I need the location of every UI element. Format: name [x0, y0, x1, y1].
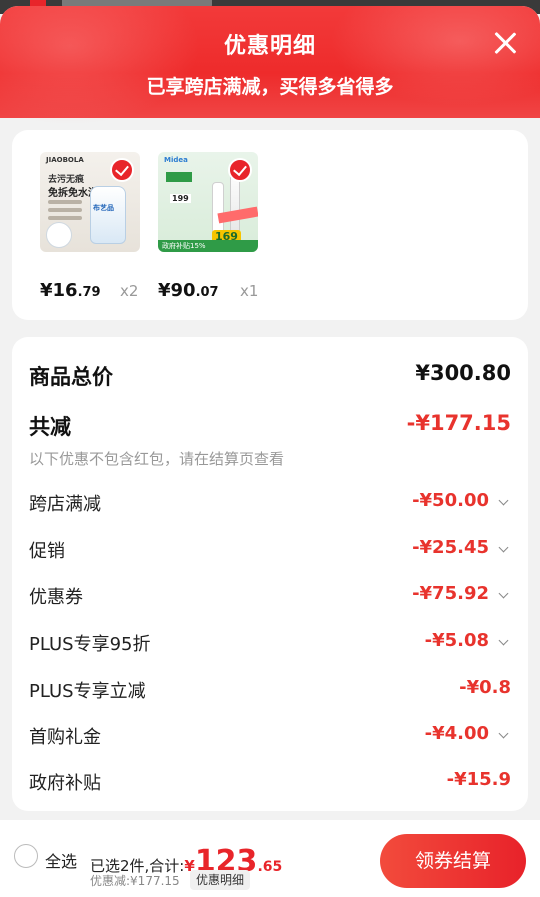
chevron-down-icon[interactable] — [498, 542, 509, 553]
discount-row-cross-store[interactable]: 跨店满减 -¥50.00 — [29, 490, 511, 520]
discount-value: -¥75.92 — [412, 583, 489, 604]
discount-value: -¥0.8 — [459, 677, 511, 698]
discount-detail-sheet: 优惠明细 已享跨店满减，买得多省得多 JIAOBOLA 去污无痕 免拆免水洗 布… — [0, 6, 540, 897]
discount-detail-button[interactable]: 优惠明细 — [190, 870, 251, 890]
discount-label: 首购礼金 — [29, 727, 101, 748]
sheet-title: 优惠明细 — [223, 34, 316, 59]
product-brand: JIAOBOLA — [46, 156, 84, 164]
chevron-down-icon[interactable] — [498, 495, 509, 506]
discount-row-promotion[interactable]: 促销 -¥25.45 — [29, 537, 511, 567]
discount-value: -¥25.45 — [412, 537, 489, 558]
product-quantity: x2 — [120, 282, 139, 300]
badge-icon — [46, 222, 72, 248]
promo-tag — [166, 172, 192, 182]
discount-label: 政府补贴 — [29, 773, 101, 794]
product-quantity: x1 — [240, 282, 259, 300]
discount-row-government-subsidy: 政府补贴 -¥15.9 — [29, 769, 511, 799]
checkout-bar: 全选 已选2件,合计:¥123.65 优惠减:¥177.15 优惠明细 领券结算 — [0, 820, 540, 897]
chevron-down-icon[interactable] — [498, 635, 509, 646]
discount-row-coupon[interactable]: 优惠券 -¥75.92 — [29, 583, 511, 613]
product-thumbnail-toothbrush[interactable]: Midea 199 169 政府补贴15% — [158, 152, 258, 252]
total-cents: .65 — [257, 859, 283, 875]
discount-value: -¥50.00 — [412, 490, 489, 511]
total-reduction-row: 共减 -¥177.15 — [29, 411, 511, 441]
selected-check-icon[interactable] — [228, 158, 252, 182]
sheet-header: 优惠明细 已享跨店满减，买得多省得多 — [0, 6, 540, 126]
subsidy-strip: 政府补贴15% — [158, 240, 258, 252]
discount-value: -¥15.9 — [446, 769, 511, 790]
sheet-subtitle: 已享跨店满减，买得多省得多 — [146, 76, 394, 98]
savings-text: 优惠减:¥177.15 — [90, 874, 180, 888]
discount-value: -¥5.08 — [424, 630, 489, 651]
total-price-row: 商品总价 ¥300.80 — [29, 361, 511, 391]
product-price-tag: 199 — [170, 194, 191, 203]
spray-bottle-image: 布艺品 — [90, 186, 126, 244]
chevron-down-icon[interactable] — [498, 588, 509, 599]
discount-breakdown-card: 商品总价 ¥300.80 共减 -¥177.15 以下优惠不包含红包，请在结算页… — [12, 337, 528, 811]
discount-label: 促销 — [29, 541, 65, 562]
product-brand: Midea — [164, 156, 188, 164]
chevron-down-icon[interactable] — [498, 728, 509, 739]
product-price: ¥16.79 — [40, 280, 101, 301]
discount-row-plus-95[interactable]: PLUS专享95折 -¥5.08 — [29, 630, 511, 660]
checkout-button[interactable]: 领券结算 — [380, 834, 526, 888]
selected-check-icon[interactable] — [110, 158, 134, 182]
total-price-value: ¥300.80 — [415, 361, 511, 385]
discount-label: PLUS专享立减 — [29, 681, 146, 702]
close-icon[interactable] — [490, 28, 520, 58]
bottle-label: 布艺品 — [93, 204, 114, 212]
product-thumbnail-cleaner[interactable]: JIAOBOLA 去污无痕 免拆免水洗 布艺品 — [40, 152, 140, 252]
discount-label: 跨店满减 — [29, 494, 101, 515]
select-all-label[interactable]: 全选 — [45, 848, 77, 872]
discount-label: PLUS专享95折 — [29, 634, 151, 655]
product-card: JIAOBOLA 去污无痕 免拆免水洗 布艺品 Midea 199 169 政府… — [12, 130, 528, 320]
select-all-radio[interactable] — [14, 844, 38, 868]
discount-value: -¥4.00 — [424, 723, 489, 744]
discount-row-plus-reduce: PLUS专享立减 -¥0.8 — [29, 677, 511, 707]
reduction-note: 以下优惠不包含红包，请在结算页查看 — [29, 450, 285, 468]
subsidy-strip-text: 政府补贴15% — [162, 242, 206, 250]
product-price: ¥90.07 — [158, 280, 219, 301]
discount-label: 优惠券 — [29, 587, 83, 608]
total-reduction-value: -¥177.15 — [406, 411, 511, 435]
discount-row-first-purchase[interactable]: 首购礼金 -¥4.00 — [29, 723, 511, 753]
total-price-label: 商品总价 — [29, 365, 113, 389]
total-reduction-label: 共减 — [29, 415, 71, 439]
